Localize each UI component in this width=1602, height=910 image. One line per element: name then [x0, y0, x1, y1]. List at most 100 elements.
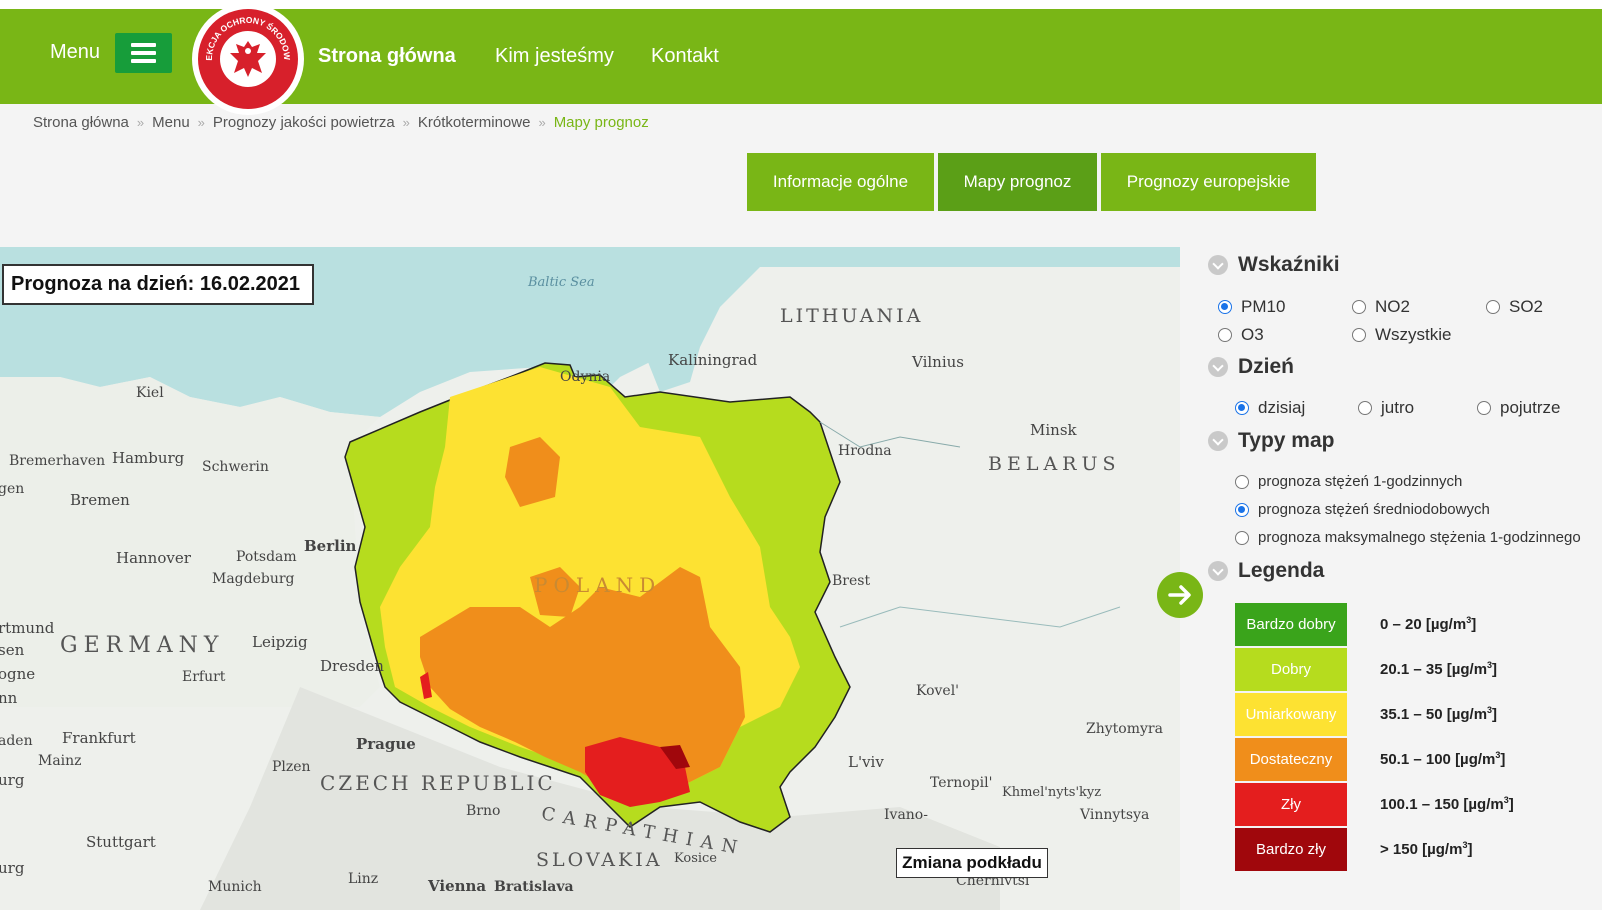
map-label-hannover: Hannover: [116, 549, 191, 567]
radio-label: O3: [1241, 325, 1264, 344]
breadcrumb: Strona główna » Menu » Prognozy jakości powi…: [33, 114, 649, 131]
radio-daily-avg[interactable]: prognoza stężeń średniodobowych: [1235, 501, 1490, 518]
arrow-right-icon: [1168, 585, 1191, 605]
menu-label[interactable]: Menu: [50, 41, 100, 64]
legend-range-text: 100.1 – 150 [µg/m: [1380, 796, 1504, 813]
map-label-vinnytsya: Vinnytsya: [1080, 807, 1150, 823]
map-label-erfurt: Erfurt: [182, 669, 226, 685]
map-label-aden: aden: [0, 733, 33, 749]
radio-hourly[interactable]: prognoza stężeń 1-godzinnych: [1235, 473, 1462, 490]
radio-dot: [1235, 502, 1249, 517]
map-label-bremen: Bremen: [70, 491, 130, 509]
map-label-bremerhaven: Bremerhaven: [9, 453, 106, 469]
legend-unit-close: ]: [1500, 751, 1506, 768]
chevron-down-icon: [1208, 431, 1228, 451]
section-indicators[interactable]: Wskaźniki: [1208, 253, 1340, 277]
nav-contact[interactable]: Kontakt: [651, 45, 719, 68]
gios-logo[interactable]: INSPEKCJA OCHRONY ŚRODOWISKA: [192, 3, 304, 115]
breadcrumb-forecasts[interactable]: Prognozy jakości powietrza: [213, 114, 395, 131]
forecast-date-label: Prognoza na dzień: 16.02.2021: [2, 264, 314, 305]
radio-label: prognoza stężeń 1-godzinnych: [1258, 473, 1463, 490]
radio-label: jutro: [1381, 398, 1415, 417]
radio-all[interactable]: Wszystkie: [1352, 325, 1452, 345]
radio-no2[interactable]: NO2: [1352, 297, 1410, 317]
map-label-linz: Linz: [348, 871, 379, 887]
menu-hamburger-button[interactable]: [115, 33, 172, 73]
hamburger-bar: [131, 59, 156, 63]
radio-dot: [1235, 530, 1249, 545]
map-label-frankfurt: Frankfurt: [62, 729, 136, 747]
nav-home[interactable]: Strona główna: [318, 45, 456, 68]
breadcrumb-separator: »: [197, 115, 205, 130]
radio-label: SO2: [1509, 297, 1544, 316]
map-label-plzen: Plzen: [272, 759, 311, 775]
breadcrumb-home[interactable]: Strona główna: [33, 114, 129, 131]
map-label-ivano: Ivano-: [884, 807, 928, 823]
legend-swatch-very-good: Bardzo dobry: [1235, 603, 1347, 646]
radio-max-hourly[interactable]: prognoza maksymalnego stężenia 1-godzinn…: [1235, 529, 1581, 546]
legend-swatch-sufficient: Dostateczny: [1235, 738, 1347, 781]
radio-pm10[interactable]: PM10: [1218, 297, 1285, 317]
radio-label: prognoza maksymalnego stężenia 1-godzinn…: [1258, 529, 1581, 546]
tab-forecast-maps[interactable]: Mapy prognoz: [938, 153, 1097, 211]
section-day-title: Dzień: [1238, 355, 1295, 378]
map-label-stuttgart: Stuttgart: [86, 833, 156, 851]
legend-range-moderate: 35.1 – 50 [µg/m3]: [1380, 705, 1497, 723]
tab-general-info[interactable]: Informacje ogólne: [747, 153, 934, 211]
legend-range-good: 20.1 – 35 [µg/m3]: [1380, 660, 1497, 678]
eagle-emblem: [220, 31, 276, 87]
radio-o3[interactable]: O3: [1218, 325, 1264, 345]
radio-day-after[interactable]: pojutrze: [1477, 398, 1560, 418]
legend-unit-close: ]: [1471, 616, 1477, 633]
map-label-lviv: L'viv: [848, 753, 884, 771]
radio-label: pojutrze: [1500, 398, 1561, 417]
change-basemap-button[interactable]: Zmiana podkładu: [896, 848, 1048, 878]
map-label-ogne: ogne: [0, 665, 36, 683]
map-label-kovel: Kovel': [916, 683, 960, 699]
map-label-belarus: BELARUS: [988, 453, 1121, 475]
legend-unit-close: ]: [1492, 661, 1498, 678]
eagle-icon: [230, 41, 266, 77]
site-header: Menu INSPEKCJA OCHRONY ŚRODOWISKA: [0, 3, 1602, 115]
section-legend[interactable]: Legenda: [1208, 559, 1324, 583]
map-label-slovakia: SLOVAKIA: [536, 849, 663, 871]
nav-about[interactable]: Kim jesteśmy: [495, 45, 614, 68]
radio-so2[interactable]: SO2: [1486, 297, 1543, 317]
map-label-czech: CZECH REPUBLIC: [320, 771, 556, 795]
breadcrumb-menu[interactable]: Menu: [152, 114, 190, 131]
legend-range-text: 35.1 – 50 [µg/m: [1380, 706, 1488, 723]
map-label-urg: urg: [0, 771, 25, 789]
logo-ring: INSPEKCJA OCHRONY ŚRODOWISKA: [198, 9, 298, 109]
tab-european-forecasts[interactable]: Prognozy europejskie: [1101, 153, 1316, 211]
legend-range-very-bad: > 150 [µg/m3]: [1380, 840, 1472, 858]
map-label-kiel: Kiel: [136, 385, 164, 401]
map-label-dresden: Dresden: [320, 657, 384, 675]
radio-dot: [1235, 474, 1249, 489]
collapse-panel-button[interactable]: [1157, 572, 1203, 618]
radio-today[interactable]: dzisiaj: [1235, 398, 1305, 418]
radio-tomorrow[interactable]: jutro: [1358, 398, 1414, 418]
breadcrumb-short-term[interactable]: Krótkoterminowe: [418, 114, 531, 131]
map-label-bratislava: Bratislava: [494, 879, 574, 895]
radio-dot: [1352, 328, 1366, 342]
section-indicators-title: Wskaźniki: [1238, 253, 1340, 276]
map-label-ternopil: Ternopil': [930, 775, 993, 791]
map-label-germany: GERMANY: [60, 633, 225, 658]
section-legend-title: Legenda: [1238, 559, 1325, 582]
map-label-brest: Brest: [832, 573, 871, 589]
radio-dot: [1358, 401, 1372, 415]
map-label-khmelnytskyi: Khmel'nyts'kyz: [1002, 785, 1102, 800]
map-label-kaliningrad: Kaliningrad: [668, 351, 758, 369]
legend-unit-close: ]: [1508, 796, 1514, 813]
map-label-lithuania: LITHUANIA: [780, 305, 924, 327]
map-label-brno: Brno: [466, 803, 501, 819]
map-label-vienna: Vienna: [428, 877, 487, 895]
section-day[interactable]: Dzień: [1208, 355, 1294, 379]
breadcrumb-separator: »: [136, 115, 145, 130]
map-label-prague: Prague: [356, 735, 416, 753]
radio-label: NO2: [1375, 297, 1410, 316]
forecast-map[interactable]: Baltic Sea LITHUANIA Kaliningrad Vilnius…: [0, 247, 1180, 910]
legend-range-text: 20.1 – 35 [µg/m: [1380, 661, 1488, 678]
chevron-down-icon: [1208, 357, 1228, 377]
section-map-types[interactable]: Typy map: [1208, 429, 1334, 453]
